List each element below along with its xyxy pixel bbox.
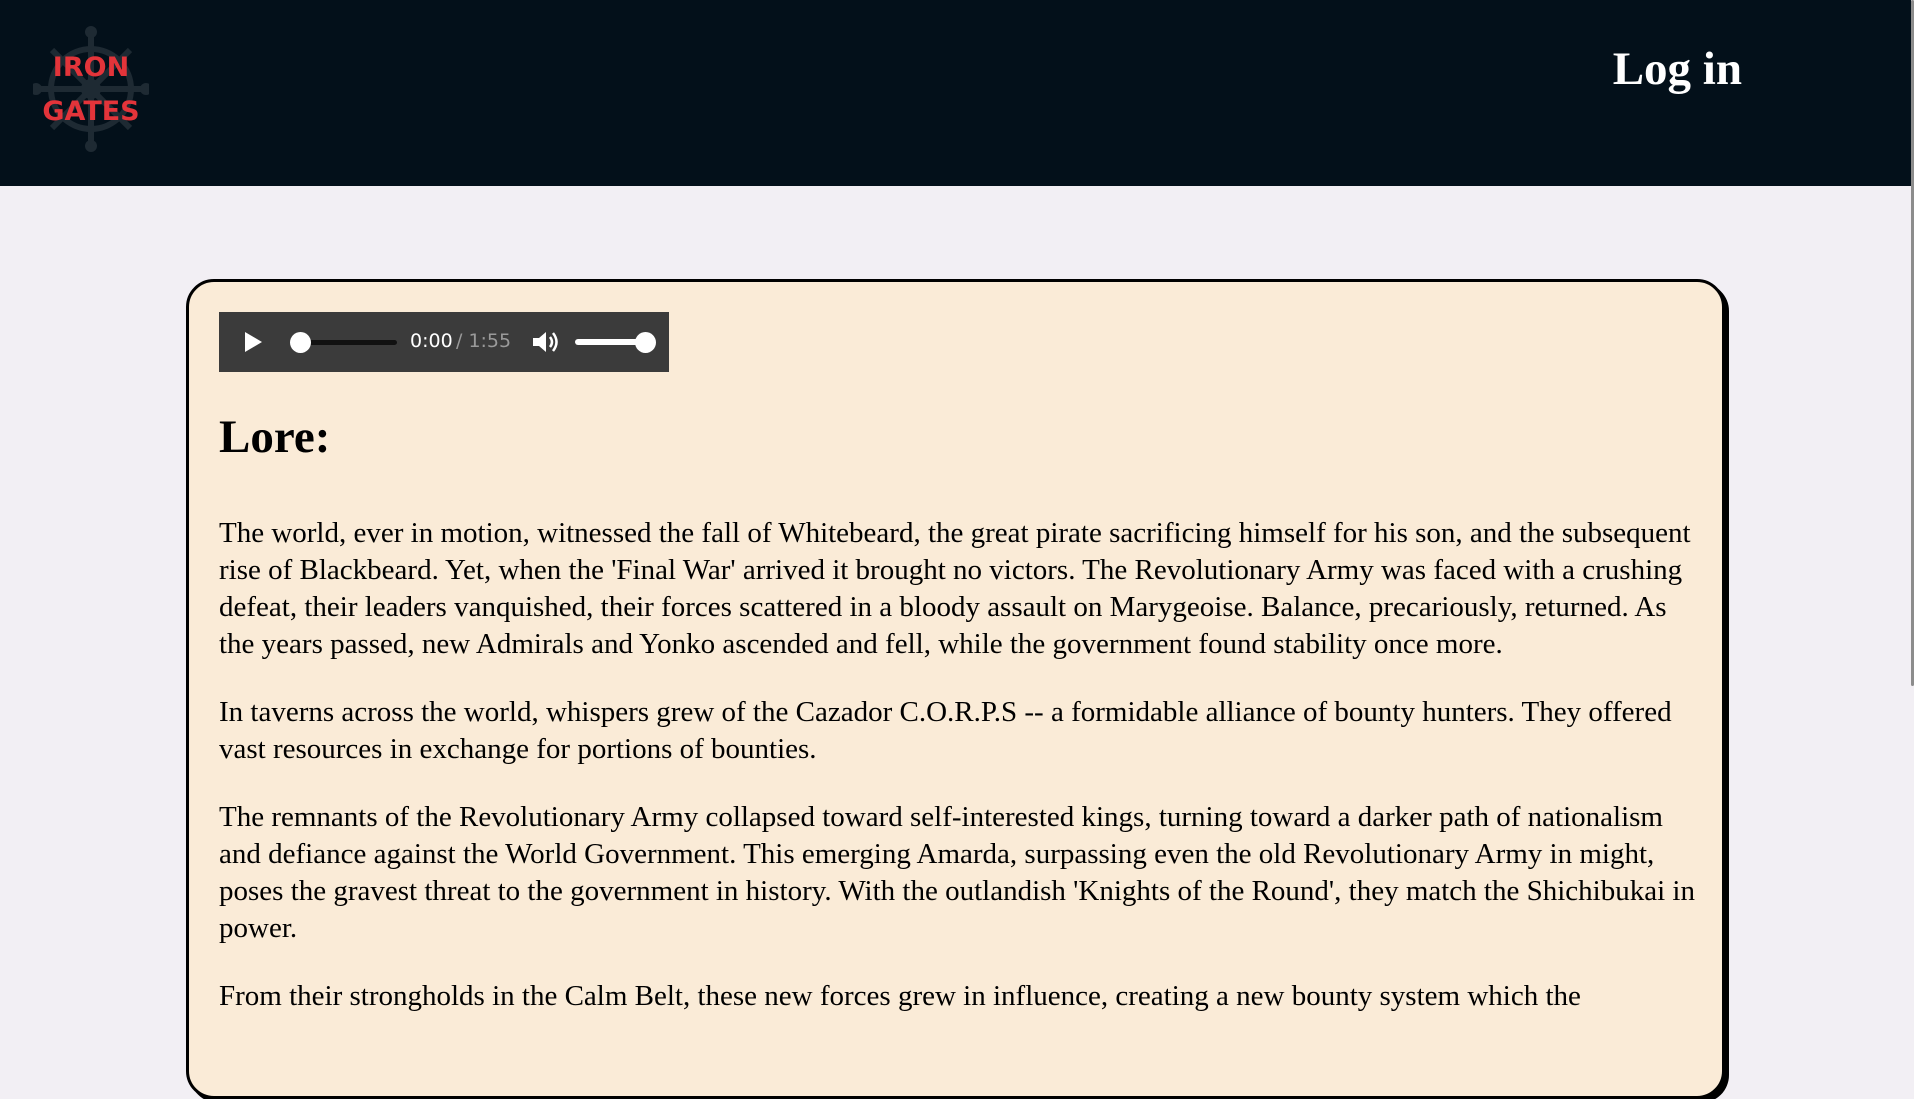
lore-paragraph: In taverns across the world, whispers gr… xyxy=(219,696,1672,765)
volume-slider[interactable] xyxy=(575,339,643,345)
iron-gates-logo[interactable]: IRON GATES xyxy=(33,26,149,152)
lore-paragraph: From their strongholds in the Calm Belt,… xyxy=(219,980,1581,1012)
seek-thumb[interactable] xyxy=(290,332,311,353)
lore-body: The world, ever in motion, witnessed the… xyxy=(219,515,1704,1046)
audio-player: 0:00 / 1:55 xyxy=(219,312,669,372)
ship-wheel-icon: IRON GATES xyxy=(33,26,149,152)
volume-icon[interactable] xyxy=(531,329,559,355)
logo-text-line2: GATES xyxy=(42,96,139,127)
total-time: / 1:55 xyxy=(456,330,512,352)
current-time: 0:00 xyxy=(410,330,453,352)
logo-text-line1: IRON xyxy=(53,52,129,83)
login-link[interactable]: Log in xyxy=(1613,42,1742,96)
lore-heading: Lore: xyxy=(219,411,331,463)
play-icon[interactable] xyxy=(245,332,262,352)
volume-thumb[interactable] xyxy=(635,332,656,353)
top-navbar: IRON GATES Log in xyxy=(0,0,1911,186)
lore-paragraph: The remnants of the Revolutionary Army c… xyxy=(219,801,1695,944)
lore-paragraph: The world, ever in motion, witnessed the… xyxy=(219,517,1691,660)
seek-bar[interactable] xyxy=(301,340,397,345)
